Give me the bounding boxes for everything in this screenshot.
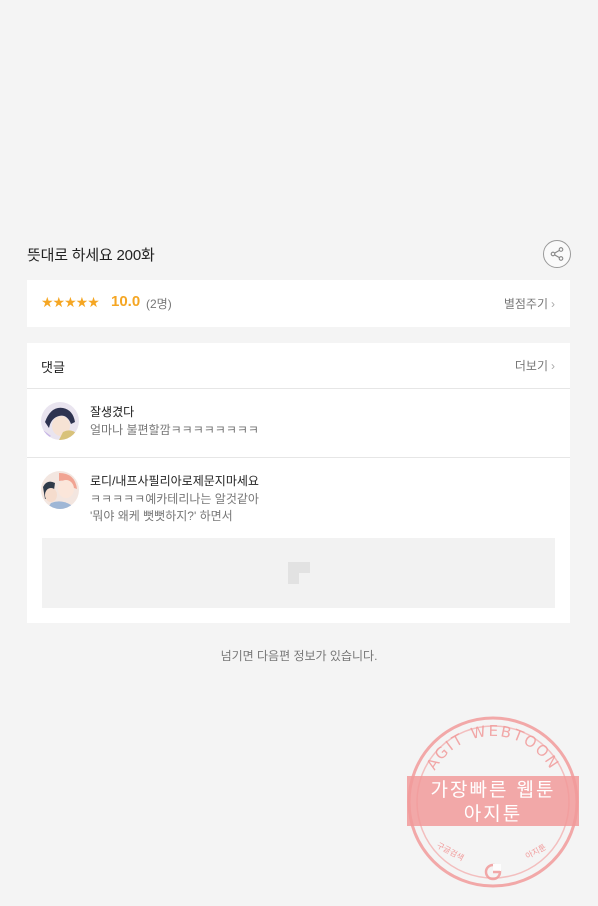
agit-webtoon-watermark: AGIT WEBTOON 가장빠른 웹툰 아지툰 구글검색 아지툰 xyxy=(407,716,579,888)
comment-image-placeholder[interactable] xyxy=(42,538,555,608)
image-placeholder-icon xyxy=(287,562,310,584)
comment-text-line: ㅋㅋㅋㅋㅋ예카테리나는 알것같아 xyxy=(90,492,259,506)
comment-text: ㅋㅋㅋㅋㅋ예카테리나는 알것같아 '뭐야 왜케 뻣뻣하지?' 하면서 xyxy=(90,491,259,525)
avatar xyxy=(41,471,79,509)
share-icon xyxy=(550,247,564,261)
comments-title: 댓글 xyxy=(41,360,65,375)
comments-more-button[interactable]: 더보기 › xyxy=(515,357,555,374)
rate-button-label: 별점주기 xyxy=(503,297,548,311)
svg-text:구글검색: 구글검색 xyxy=(435,840,466,863)
svg-text:아지툰: 아지툰 xyxy=(464,803,522,825)
chevron-right-icon: › xyxy=(551,297,555,311)
comment-text-line: '뭐야 왜케 뻣뻣하지?' 하면서 xyxy=(90,509,233,523)
next-episode-info: 넘기면 다음편 정보가 있습니다. xyxy=(220,649,378,663)
rating-score: 10.0 xyxy=(111,293,141,310)
chevron-right-icon: › xyxy=(551,359,555,373)
episode-title: 뜻대로 하세요 200화 xyxy=(27,247,155,264)
rating-card: ★★★★★ 10.0 (2명) 별점주기 › xyxy=(27,280,570,327)
episode-title-row: 뜻대로 하세요 200화 xyxy=(27,240,571,270)
google-g-icon xyxy=(484,863,502,881)
rating-count: (2명) xyxy=(146,297,172,311)
rate-button[interactable]: 별점주기 › xyxy=(504,295,555,312)
avatar xyxy=(41,402,79,440)
comments-header: 댓글 더보기 › xyxy=(27,343,570,389)
comment-text: 얼마나 불편할깜ㅋㅋㅋㅋㅋㅋㅋㅋ xyxy=(90,423,259,437)
share-button[interactable] xyxy=(543,240,571,268)
rating-stars: ★★★★★ xyxy=(41,294,100,310)
comment-item[interactable]: 로디/내프사필리아로제문지마세요 ㅋㅋㅋㅋㅋ예카테리나는 알것같아 '뭐야 왜케… xyxy=(27,458,570,623)
svg-text:가장빠른 웹툰: 가장빠른 웹툰 xyxy=(431,779,556,801)
comment-author: 로디/내프사필리아로제문지마세요 xyxy=(90,474,259,488)
comments-card: 댓글 더보기 › 잘생겼다 얼마나 불편할깜ㅋㅋㅋㅋㅋㅋㅋㅋ 로디/내프사필리아… xyxy=(27,343,570,623)
svg-text:AGIT WEBTOON: AGIT WEBTOON xyxy=(423,722,563,773)
comment-item[interactable]: 잘생겼다 얼마나 불편할깜ㅋㅋㅋㅋㅋㅋㅋㅋ xyxy=(27,389,570,458)
comment-author: 잘생겼다 xyxy=(90,405,135,419)
comments-more-label: 더보기 xyxy=(514,359,548,373)
